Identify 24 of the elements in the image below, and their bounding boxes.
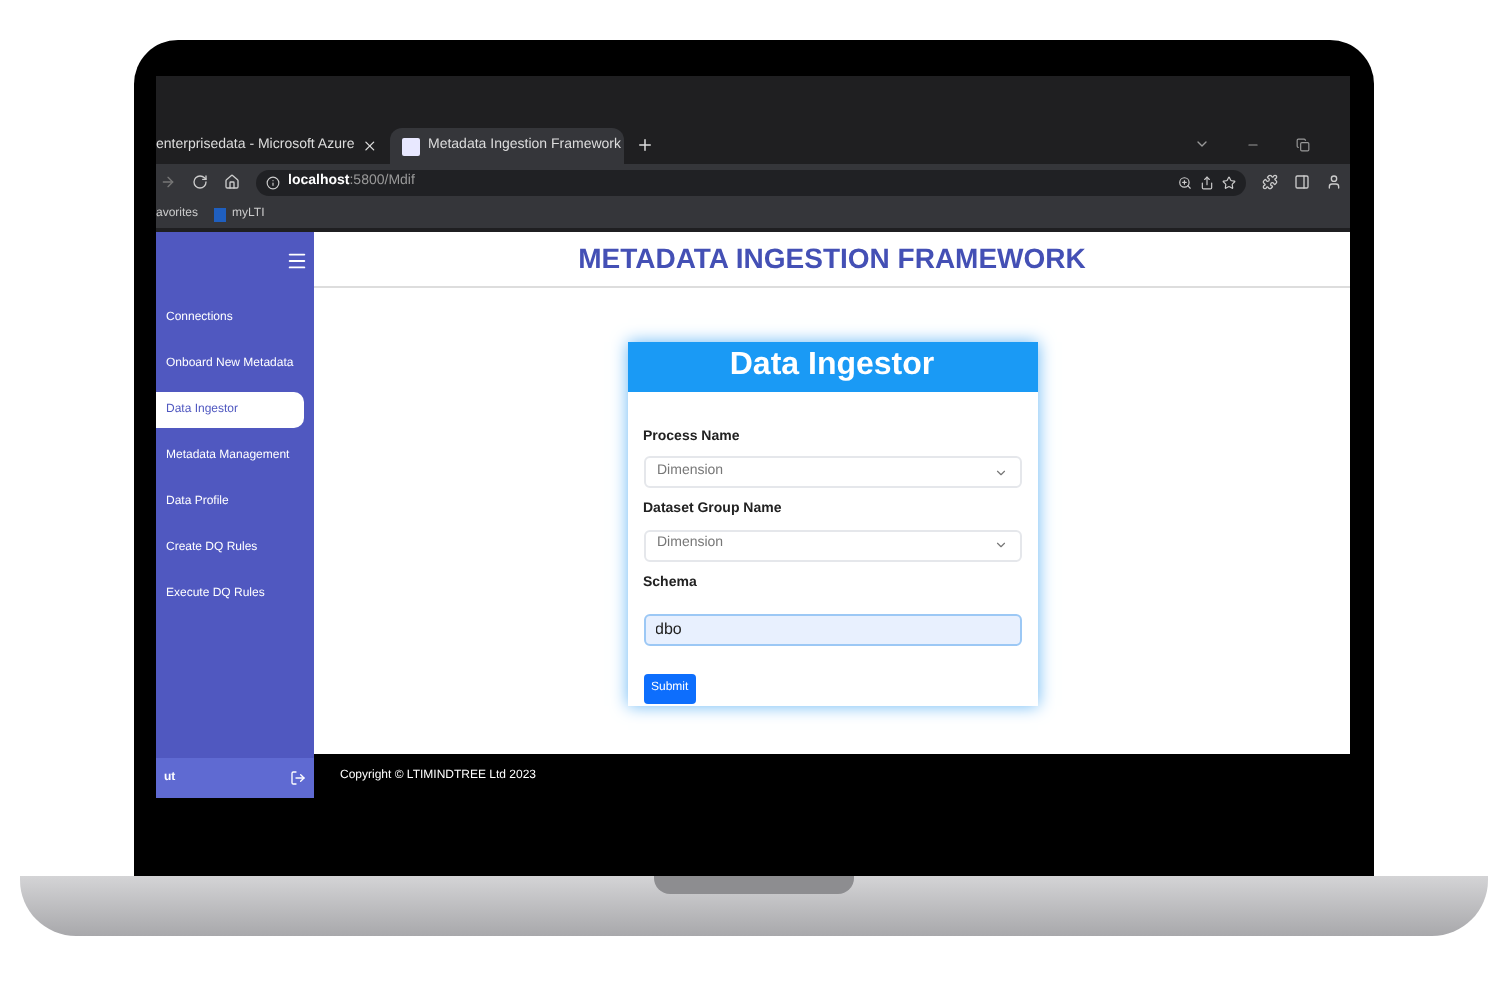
menu-icon[interactable] [286,249,308,271]
reload-icon[interactable] [192,174,208,190]
new-tab-icon[interactable] [636,136,654,154]
logout-icon[interactable] [290,770,306,786]
star-icon[interactable] [1222,175,1236,189]
arrow-icon[interactable] [160,174,176,190]
bookmark-icon [214,207,227,221]
minimize-icon[interactable] [1246,138,1260,152]
chevron-icon [993,465,1007,479]
zoom-icon[interactable] [1178,175,1192,189]
page-title: METADATA INGESTION FRAMEWORK [578,240,1086,278]
puzzle-icon[interactable] [1262,174,1278,190]
info-icon [266,175,280,189]
share-icon[interactable] [1200,175,1214,189]
home-icon[interactable] [224,174,240,190]
input-field[interactable]: dbo [643,613,1021,645]
card-title: Data Ingestor [729,346,935,387]
chevron-icon[interactable] [1194,136,1210,152]
close-icon[interactable] [362,138,378,154]
side-panel-icon[interactable] [1294,174,1310,190]
profile-icon[interactable] [1326,174,1342,190]
site-icon [402,137,420,155]
restore-icon[interactable] [1296,138,1310,152]
chevron-icon [993,538,1007,552]
